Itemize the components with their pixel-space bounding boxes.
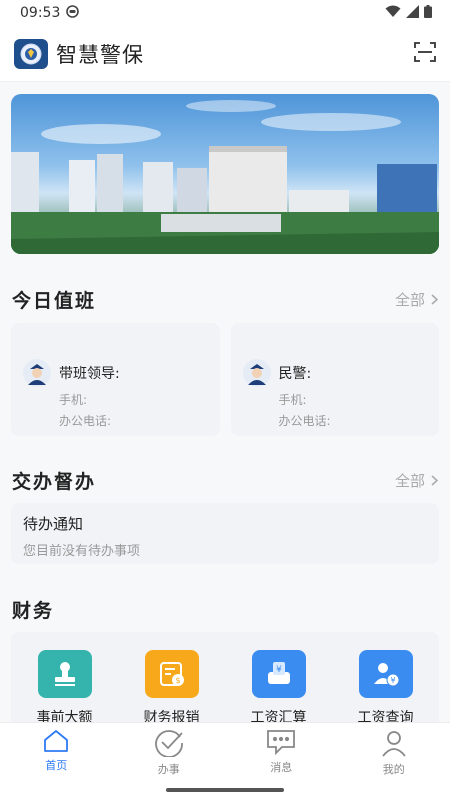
todo-title: 待办通知 <box>23 515 84 533</box>
tab-profile-label: 我的 <box>382 763 405 776</box>
receipt-icon: $ <box>144 650 199 698</box>
todo-empty-message: 您目前没有待办事项 <box>23 544 141 559</box>
duty-role-label: 民警: <box>278 366 312 382</box>
tasks-view-all-link[interactable]: 全部 <box>395 470 438 491</box>
message-icon <box>267 730 296 755</box>
police-badge-logo <box>14 38 48 69</box>
finance-item-salary-query[interactable]: ¥ 工资查询 <box>332 650 439 722</box>
finance-item-label: 财务报销 <box>143 710 200 722</box>
duty-role-label: 带班领导: <box>59 366 120 382</box>
bottom-tab-bar: 首页 办事 消息 我的 <box>0 722 450 800</box>
notification-icon <box>66 4 80 22</box>
home-icon <box>44 730 69 752</box>
svg-text:¥: ¥ <box>276 665 282 675</box>
duty-section-header: 今日值班 全部 <box>0 284 450 314</box>
finance-item-reimburse[interactable]: $ 财务报销 <box>118 650 225 722</box>
duty-office-phone-label: 办公电话: <box>278 414 331 428</box>
duty-phone-label: 手机: <box>278 393 307 407</box>
finance-section-title: 财务 <box>12 599 55 622</box>
home-content[interactable]: 今日值班 全部 带班领导: 手机: 办公电话: 民警: 手机: 办公电话: 交办… <box>0 82 450 722</box>
brand: 智慧警保 <box>14 38 144 69</box>
duty-phone-label: 手机: <box>59 393 88 407</box>
user-icon <box>382 731 406 757</box>
finance-grid: 事前大额 $ 财务报销 ¥ 工资汇算 ¥ 工资查询 <box>11 632 439 722</box>
police-officer-icon <box>23 359 51 387</box>
app-header: 智慧警保 <box>0 26 450 82</box>
check-circle-icon <box>154 730 183 757</box>
finance-section-header: 财务 <box>0 594 450 624</box>
duty-card-leader[interactable]: 带班领导: 手机: 办公电话: <box>11 323 220 436</box>
duty-view-all-label: 全部 <box>394 290 425 309</box>
scan-icon[interactable] <box>414 41 436 66</box>
finance-item-salary-settle[interactable]: ¥ 工资汇算 <box>225 650 332 722</box>
wifi-icon <box>385 5 401 22</box>
duty-card-officer[interactable]: 民警: 手机: 办公电话: <box>230 323 439 436</box>
signal-icon <box>406 4 419 22</box>
tab-affairs-label: 办事 <box>157 763 180 776</box>
svg-text:$: $ <box>175 676 180 685</box>
battery-icon <box>424 4 432 22</box>
tasks-section-header: 交办督办 全部 <box>0 465 450 495</box>
tab-home[interactable]: 首页 <box>0 723 113 800</box>
duty-view-all-link[interactable]: 全部 <box>395 289 438 310</box>
home-indicator <box>166 788 284 792</box>
police-officer-icon <box>242 359 271 387</box>
tab-profile[interactable]: 我的 <box>338 723 450 800</box>
app-title: 智慧警保 <box>56 42 144 67</box>
chevron-right-icon <box>431 474 438 486</box>
tab-home-label: 首页 <box>45 759 68 772</box>
stamp-icon <box>37 650 92 698</box>
banner-image[interactable] <box>11 94 439 254</box>
status-bar: 09:53 <box>0 0 450 26</box>
finance-item-label: 工资汇算 <box>250 710 307 722</box>
salary-box-icon: ¥ <box>251 650 306 698</box>
duty-cards: 带班领导: 手机: 办公电话: 民警: 手机: 办公电话: <box>0 323 450 436</box>
duty-office-phone-label: 办公电话: <box>59 414 112 428</box>
tasks-view-all-label: 全部 <box>394 471 425 490</box>
tasks-section-title: 交办督办 <box>12 470 97 493</box>
chevron-right-icon <box>431 293 438 305</box>
status-time: 09:53 <box>20 5 61 21</box>
todo-card[interactable]: 待办通知 您目前没有待办事项 <box>11 503 439 564</box>
finance-item-label: 事前大额 <box>36 710 93 722</box>
finance-item-label: 工资查询 <box>357 710 414 722</box>
finance-item-large-prior[interactable]: 事前大额 <box>11 650 118 722</box>
tab-messages-label: 消息 <box>270 761 293 774</box>
user-salary-icon: ¥ <box>358 650 413 698</box>
duty-section-title: 今日值班 <box>12 289 97 312</box>
svg-text:¥: ¥ <box>390 676 395 685</box>
